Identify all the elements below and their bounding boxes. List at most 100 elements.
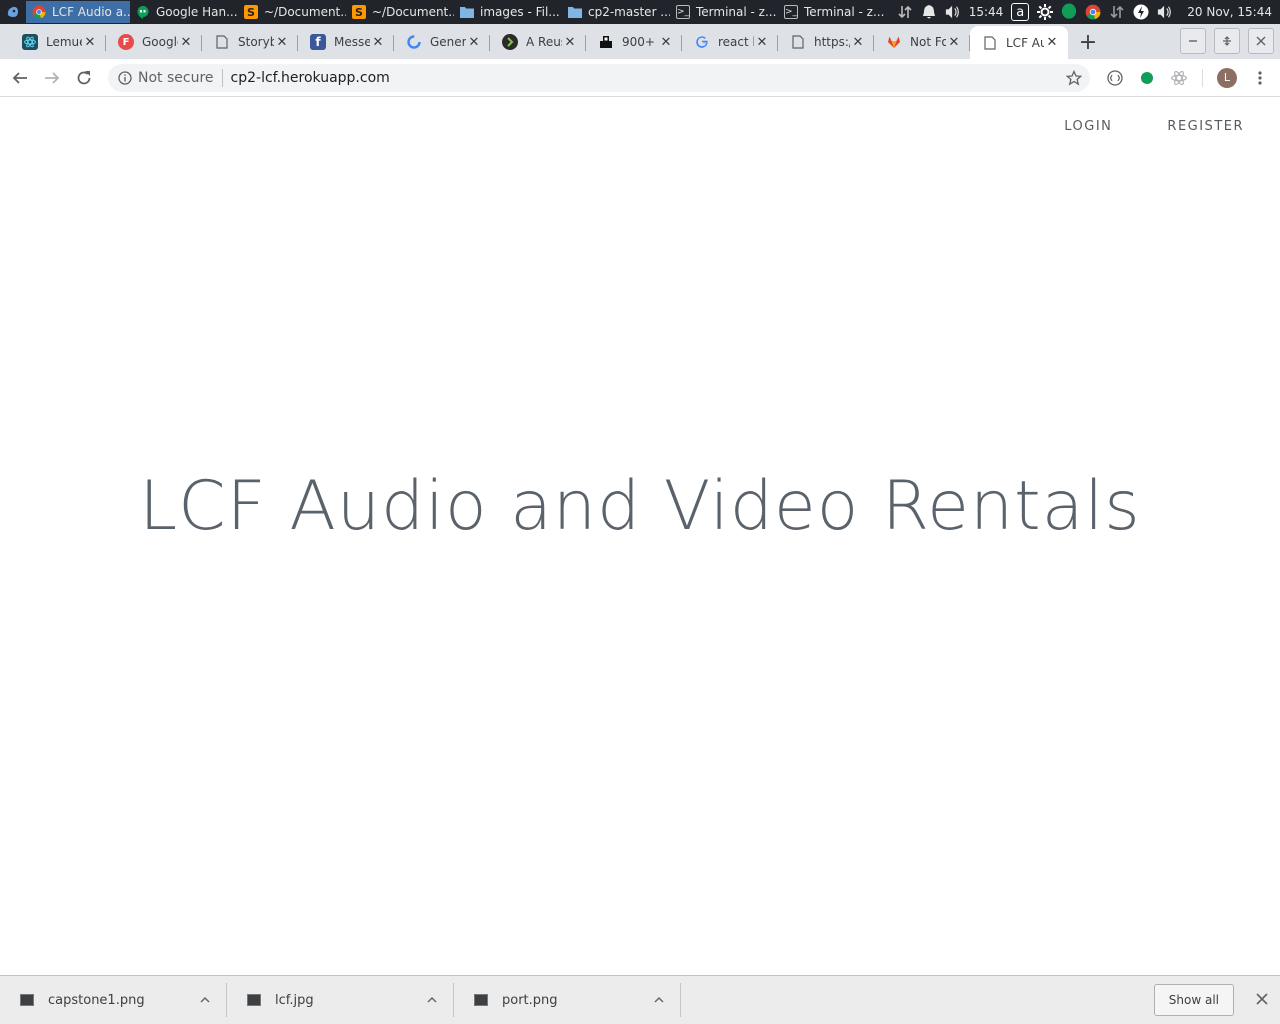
security-label[interactable]: Not secure	[138, 70, 214, 86]
tab-https[interactable]: https:// ✕	[778, 27, 874, 57]
site-nav: LOGIN REGISTER	[1064, 119, 1244, 134]
tab-title: Messenger	[334, 35, 370, 49]
image-file-icon	[247, 994, 261, 1006]
image-file-icon	[20, 994, 34, 1006]
tab-react-search[interactable]: react hooks ✕	[682, 27, 778, 57]
google-icon	[694, 34, 710, 50]
date-time: 20 Nov, 15:44	[1187, 5, 1272, 19]
close-icon[interactable]: ✕	[658, 34, 674, 50]
close-icon[interactable]: ✕	[274, 34, 290, 50]
taskbar-item-hangouts[interactable]: Google Han...	[130, 1, 238, 23]
hangouts-tray-icon[interactable]	[1061, 3, 1077, 20]
bookmark-star-icon[interactable]	[1066, 69, 1082, 86]
volume-icon[interactable]	[945, 4, 961, 20]
profile-avatar[interactable]: L	[1217, 67, 1237, 88]
info-icon[interactable]	[118, 70, 132, 85]
show-all-button[interactable]: Show all	[1153, 984, 1234, 1016]
network-arrows-icon[interactable]	[1109, 4, 1125, 20]
toolbar-extensions: L	[1106, 67, 1269, 88]
taskbar-item-label: Terminal - z...	[804, 5, 885, 19]
chevron-up-icon[interactable]	[198, 993, 212, 1007]
react-icon	[22, 34, 38, 50]
keyboard-layout-icon[interactable]: a	[1011, 3, 1030, 21]
tab-lemuel[interactable]: Lemuel ✕	[10, 27, 106, 57]
chevron-up-icon[interactable]	[425, 993, 439, 1007]
tab-not-found[interactable]: Not Found ✕	[874, 27, 970, 57]
download-item[interactable]: lcf.jpg	[227, 983, 454, 1017]
volume-icon[interactable]	[1157, 4, 1173, 20]
tab-google-flipboard[interactable]: F Google ✕	[106, 27, 202, 57]
extension-icon[interactable]	[1106, 69, 1124, 87]
tab-title: Not Found	[910, 35, 946, 49]
taskbar-item-chrome[interactable]: LCF Audio a...	[26, 1, 130, 23]
chevron-up-icon[interactable]	[652, 993, 666, 1007]
tab-title: Storybook	[238, 35, 274, 49]
tab-messenger[interactable]: f Messenger ✕	[298, 27, 394, 57]
page-icon	[214, 34, 230, 50]
tab-title: react hooks	[718, 35, 754, 49]
close-icon[interactable]: ✕	[946, 34, 962, 50]
taskbar-item-label: images - Fil...	[480, 5, 560, 19]
tab-general[interactable]: General ✕	[394, 27, 490, 57]
download-filename: port.png	[502, 992, 558, 1008]
folder-icon	[460, 5, 474, 19]
reload-button[interactable]	[70, 64, 98, 92]
chrome-tray-icon[interactable]	[1085, 4, 1101, 20]
close-icon[interactable]: ✕	[850, 34, 866, 50]
tab-title: Lemuel	[46, 35, 82, 49]
maximize-button[interactable]	[1214, 28, 1240, 54]
minimize-button[interactable]	[1180, 28, 1206, 54]
downloads-shelf: capstone1.png lcf.jpg port.png Show all	[0, 975, 1280, 1024]
page-icon	[982, 35, 998, 51]
taskbar-item-label: cp2-master ...	[588, 5, 670, 19]
close-icon[interactable]: ✕	[1044, 35, 1060, 51]
tab-reusable[interactable]: A Reusable ✕	[490, 27, 586, 57]
settings-gear-icon[interactable]	[1037, 4, 1054, 20]
window-controls	[1180, 28, 1274, 54]
close-icon[interactable]	[1254, 991, 1270, 1007]
gitlab-icon	[886, 34, 902, 50]
taskbar-item-sublime-2[interactable]: S ~/Document...	[346, 1, 454, 23]
tab-storybook[interactable]: Storybook ✕	[202, 27, 298, 57]
url-text[interactable]: cp2-lcf.herokuapp.com	[231, 70, 1066, 86]
forward-arrow-icon	[45, 71, 60, 84]
download-filename: lcf.jpg	[275, 992, 314, 1008]
download-item[interactable]: port.png	[454, 983, 681, 1017]
download-item[interactable]: capstone1.png	[0, 983, 227, 1017]
power-icon[interactable]	[1133, 4, 1149, 20]
tab-title: A Reusable	[526, 35, 562, 49]
network-arrows-icon[interactable]	[897, 4, 913, 20]
address-bar[interactable]: Not secure cp2-lcf.herokuapp.com	[108, 63, 1090, 92]
taskbar-item-terminal-2[interactable]: >_ Terminal - z...	[778, 1, 886, 23]
back-button[interactable]	[6, 64, 34, 92]
taskbar-item-terminal-1[interactable]: >_ Terminal - z...	[670, 1, 778, 23]
close-icon[interactable]: ✕	[82, 34, 98, 50]
divider	[1202, 68, 1203, 87]
login-link[interactable]: LOGIN	[1064, 119, 1112, 134]
forward-button[interactable]	[38, 64, 66, 92]
close-icon[interactable]: ✕	[562, 34, 578, 50]
folder-icon	[568, 5, 582, 19]
react-devtools-icon[interactable]	[1170, 69, 1188, 87]
bell-icon[interactable]	[921, 4, 937, 20]
green-dot-extension-icon[interactable]	[1138, 69, 1156, 87]
taskbar-item-sublime-1[interactable]: S ~/Document...	[238, 1, 346, 23]
app-menu-icon[interactable]	[0, 0, 26, 24]
tab-lcf-audio[interactable]: LCF Audio ✕	[970, 26, 1068, 59]
new-tab-button[interactable]: +	[1074, 28, 1102, 56]
sublime-icon: S	[352, 5, 366, 19]
close-icon[interactable]: ✕	[370, 34, 386, 50]
close-icon[interactable]: ✕	[178, 34, 194, 50]
close-window-button[interactable]	[1248, 28, 1274, 54]
taskbar-item-label: ~/Document...	[264, 5, 346, 19]
close-icon[interactable]: ✕	[466, 34, 482, 50]
tab-title: Google	[142, 35, 178, 49]
divider	[221, 68, 223, 87]
taskbar-item-files-images[interactable]: images - Fil...	[454, 1, 562, 23]
register-link[interactable]: REGISTER	[1167, 119, 1244, 134]
menu-kebab-icon[interactable]	[1251, 69, 1269, 87]
taskbar-item-files-cp2[interactable]: cp2-master ...	[562, 1, 670, 23]
close-icon[interactable]: ✕	[754, 34, 770, 50]
tab-icons[interactable]: 900+ Icons ✕	[586, 27, 682, 57]
download-filename: capstone1.png	[48, 992, 145, 1008]
